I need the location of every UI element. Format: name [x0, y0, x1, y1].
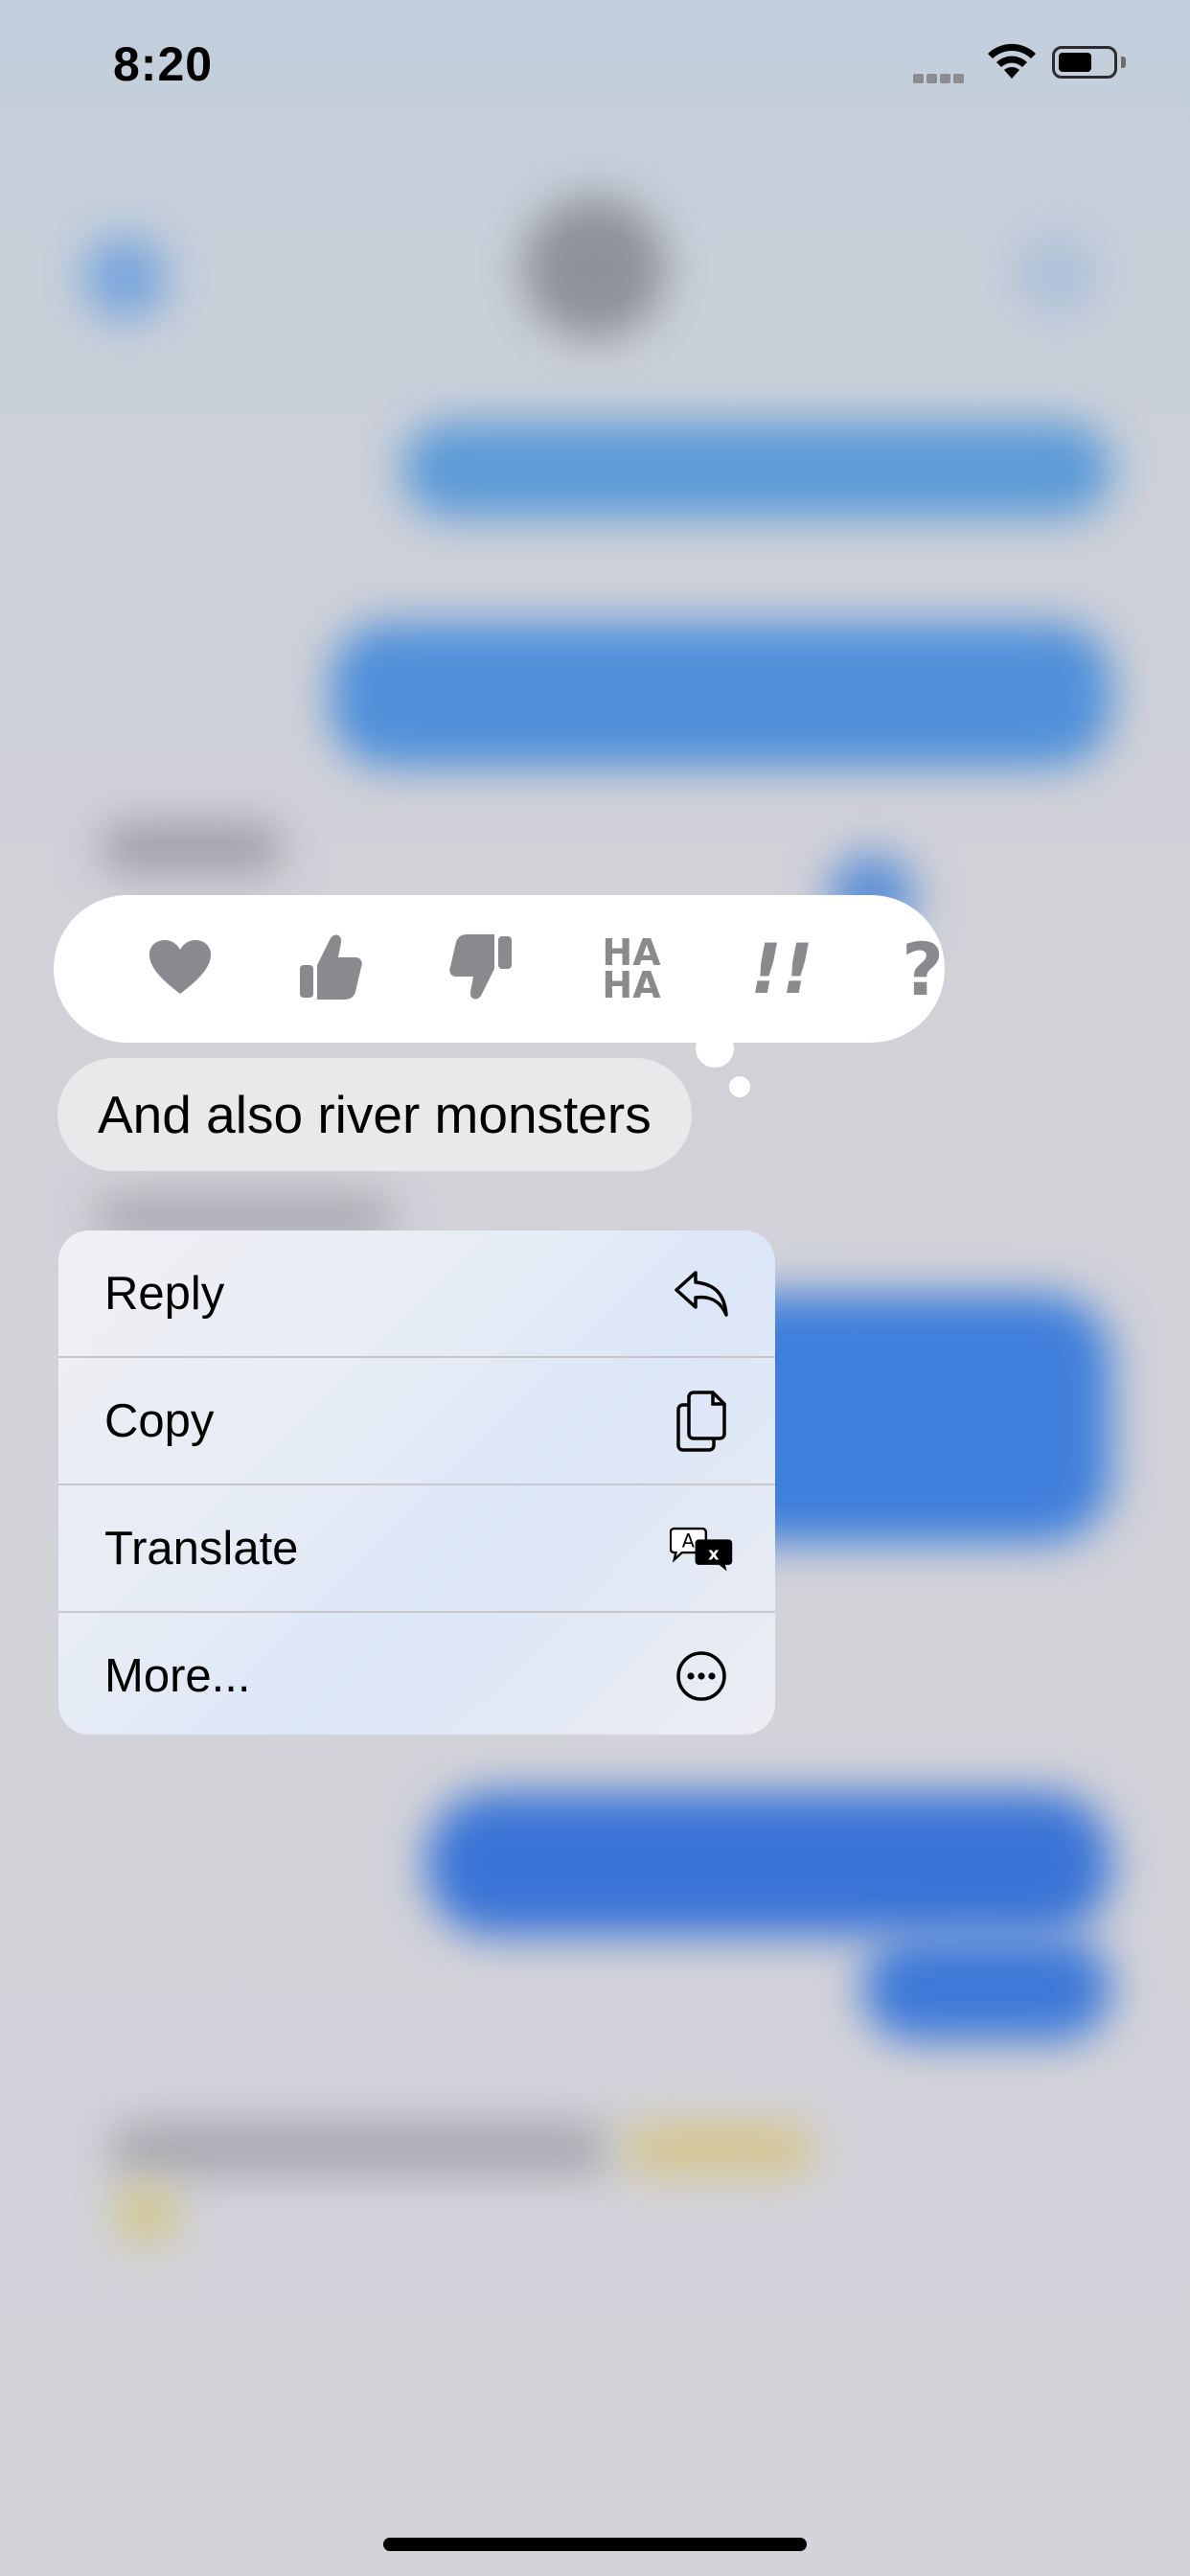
- translate-bubbles-icon: A x: [670, 1517, 733, 1580]
- thumbs-up-icon: [298, 932, 363, 1006]
- cellular-signal-icon: [913, 71, 967, 88]
- wifi-icon: [985, 42, 1039, 85]
- selected-message-bubble[interactable]: And also river monsters: [57, 1058, 692, 1171]
- menu-item-translate[interactable]: Translate A x: [58, 1485, 775, 1611]
- svg-text:x: x: [708, 1545, 720, 1564]
- blurred-input-emoji: [623, 2123, 814, 2175]
- reaction-question[interactable]: ?: [875, 895, 971, 1043]
- menu-item-copy[interactable]: Copy: [58, 1358, 775, 1484]
- blurred-back-button: [82, 235, 169, 321]
- reaction-exclamation[interactable]: !!: [724, 895, 839, 1043]
- blurred-sent-bubble: [426, 1792, 1111, 1936]
- home-indicator[interactable]: [383, 2538, 807, 2551]
- reaction-thumbs-up[interactable]: [273, 895, 388, 1043]
- blurred-video-button: [1016, 235, 1097, 316]
- message-text: And also river monsters: [98, 1085, 652, 1144]
- reaction-bar-tail-dot: [729, 1076, 750, 1097]
- message-context-menu: Reply Copy Translate A x More...: [58, 1230, 775, 1735]
- copy-documents-icon: [670, 1390, 733, 1453]
- blurred-sent-bubble: [331, 623, 1111, 767]
- blurred-sent-bubble: [402, 422, 1111, 518]
- blurred-sent-bubble: [862, 1936, 1111, 2041]
- menu-item-label: Translate: [104, 1522, 299, 1575]
- svg-text:A: A: [682, 1530, 696, 1552]
- blurred-input-text: [110, 2123, 608, 2175]
- reaction-thumbs-down[interactable]: [423, 895, 538, 1043]
- blurred-contact-avatar: [522, 196, 666, 340]
- menu-item-label: Copy: [104, 1394, 215, 1447]
- blurred-input-emoji: [115, 2185, 177, 2242]
- reaction-heart[interactable]: [123, 895, 238, 1043]
- double-exclamation-icon: !!: [750, 929, 813, 1009]
- reaction-bar-tail: [696, 1029, 734, 1068]
- menu-item-more[interactable]: More...: [58, 1613, 775, 1735]
- menu-item-reply[interactable]: Reply: [58, 1230, 775, 1356]
- reply-arrow-icon: [670, 1262, 733, 1325]
- battery-tip: [1121, 57, 1126, 68]
- thumbs-down-icon: [448, 932, 514, 1006]
- menu-item-label: More...: [104, 1649, 251, 1702]
- tapback-reaction-bar: HA HA !! ?: [54, 895, 945, 1043]
- question-mark-icon: ?: [901, 926, 945, 1012]
- ellipsis-circle-icon: [670, 1644, 733, 1708]
- reaction-haha[interactable]: HA HA: [574, 895, 689, 1043]
- status-bar-time: 8:20: [113, 37, 214, 91]
- haha-icon: HA HA: [602, 932, 661, 1006]
- battery-icon: [1052, 46, 1117, 79]
- heart-icon: [148, 938, 213, 1000]
- blurred-timestamp: [101, 824, 283, 872]
- menu-item-label: Reply: [104, 1267, 225, 1320]
